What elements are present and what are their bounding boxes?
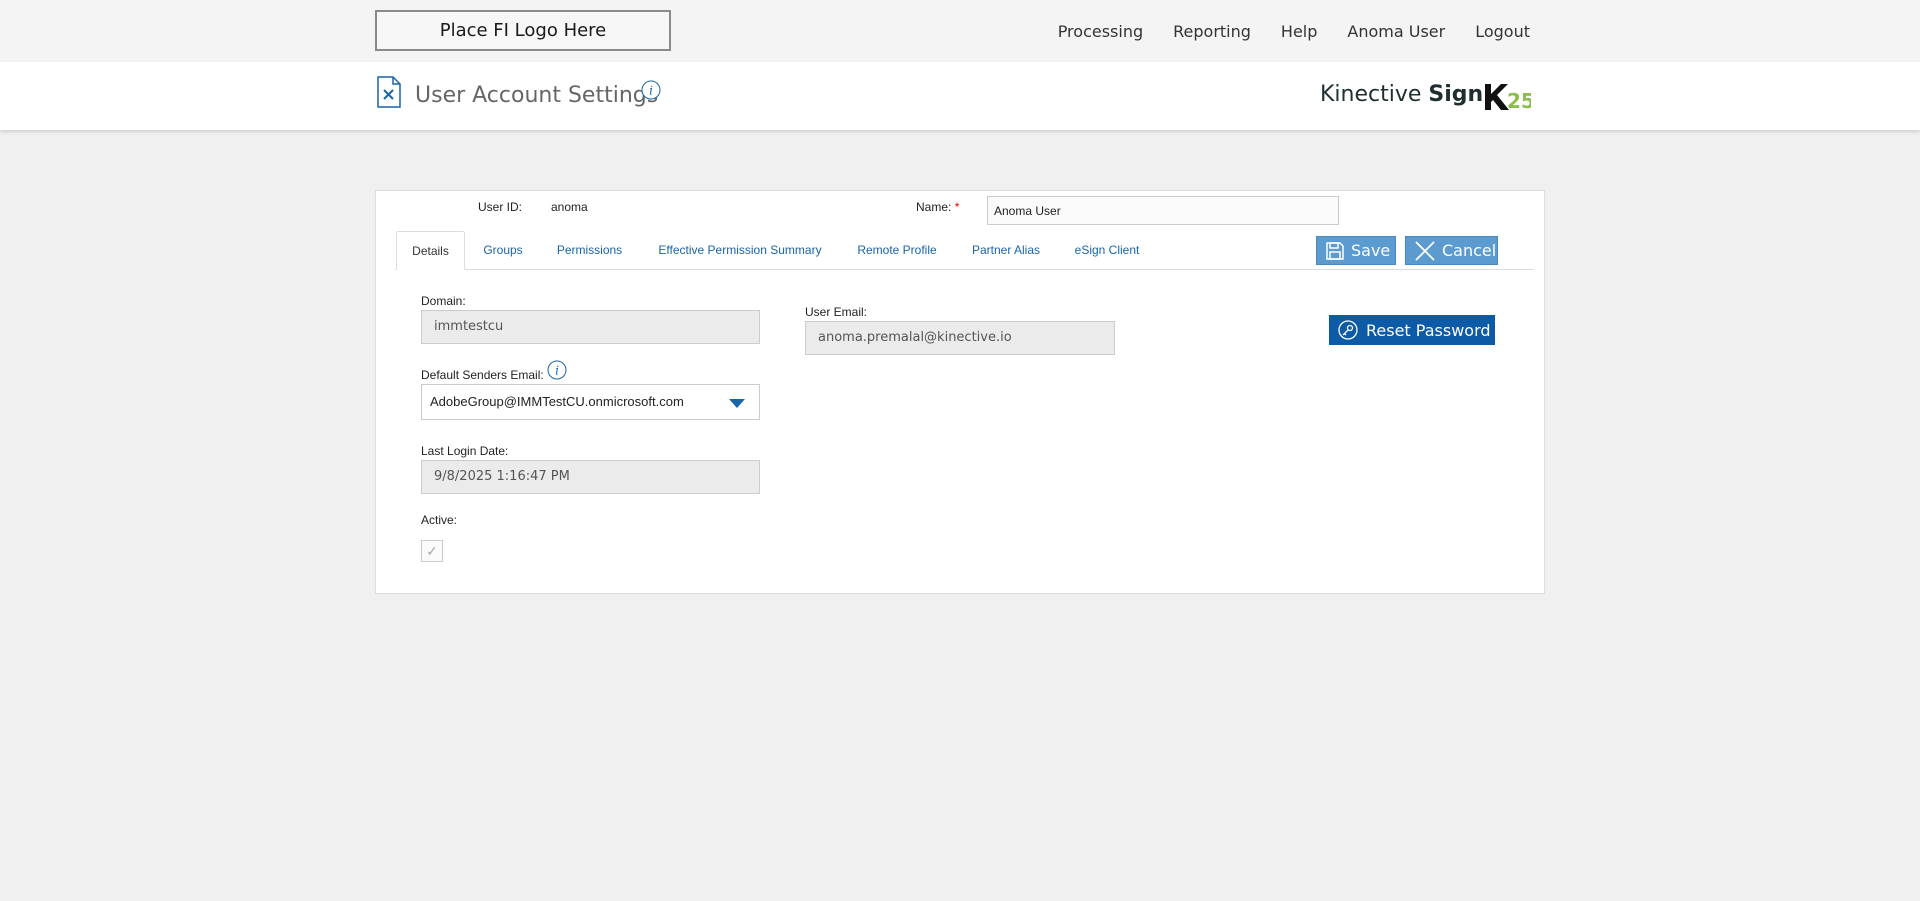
page-title-bar bbox=[0, 62, 1920, 130]
svg-text:25: 25 bbox=[1507, 89, 1531, 112]
info-icon[interactable]: i bbox=[641, 80, 661, 105]
tab-groups[interactable]: Groups bbox=[476, 231, 530, 270]
key-icon bbox=[1338, 320, 1358, 340]
nav-help[interactable]: Help bbox=[1281, 22, 1317, 41]
tab-remote-profile[interactable]: Remote Profile bbox=[853, 231, 941, 270]
k25-logo-icon: 25 bbox=[1483, 82, 1535, 117]
checkmark-icon: ✓ bbox=[426, 542, 438, 559]
cancel-button[interactable]: Cancel bbox=[1405, 236, 1498, 265]
chevron-down-icon bbox=[729, 399, 745, 408]
default-senders-email-select[interactable]: AdobeGroup@IMMTestCU.onmicrosoft.com bbox=[421, 384, 760, 420]
save-icon bbox=[1326, 241, 1344, 260]
active-checkbox[interactable]: ✓ bbox=[421, 540, 443, 562]
name-input[interactable] bbox=[987, 196, 1339, 225]
active-label: Active: bbox=[421, 513, 458, 527]
main-nav: Processing Reporting Help Anoma User Log… bbox=[1028, 22, 1530, 41]
svg-text:i: i bbox=[555, 364, 559, 378]
fi-logo-placeholder: Place FI Logo Here bbox=[375, 10, 671, 51]
tab-details[interactable]: Details bbox=[396, 231, 465, 270]
svg-text:i: i bbox=[649, 84, 653, 98]
last-login-date-label: Last Login Date: bbox=[421, 444, 509, 458]
info-icon[interactable]: i bbox=[547, 360, 567, 385]
user-email-label: User Email: bbox=[805, 305, 868, 319]
name-label: Name: * bbox=[916, 200, 960, 214]
last-login-date-field: 9/8/2025 1:16:47 PM bbox=[421, 460, 760, 494]
tab-partner-alias[interactable]: Partner Alias bbox=[967, 231, 1045, 270]
reset-password-button[interactable]: Reset Password bbox=[1329, 315, 1495, 345]
kinective-sign-brand: Kinective Sign bbox=[1320, 82, 1484, 107]
domain-label: Domain: bbox=[421, 294, 466, 308]
close-icon bbox=[1415, 240, 1435, 261]
nav-logout[interactable]: Logout bbox=[1475, 22, 1530, 41]
page-title: User Account Settings bbox=[415, 83, 659, 108]
nav-processing[interactable]: Processing bbox=[1058, 22, 1143, 41]
tab-effective-permission-summary[interactable]: Effective Permission Summary bbox=[654, 231, 826, 270]
save-button[interactable]: Save bbox=[1316, 236, 1396, 265]
user-id-label: User ID: bbox=[478, 200, 523, 214]
top-navigation-bar: Place FI Logo Here Processing Reporting … bbox=[0, 0, 1920, 62]
nav-user-menu[interactable]: Anoma User bbox=[1347, 22, 1445, 41]
tab-esign-client[interactable]: eSign Client bbox=[1072, 231, 1142, 270]
user-email-field: anoma.premalal@kinective.io bbox=[805, 321, 1115, 355]
user-id-value: anoma bbox=[551, 200, 588, 214]
nav-reporting[interactable]: Reporting bbox=[1173, 22, 1251, 41]
document-settings-icon bbox=[376, 76, 402, 113]
default-senders-email-label: Default Senders Email: bbox=[421, 368, 544, 382]
tab-permissions[interactable]: Permissions bbox=[551, 231, 628, 270]
domain-field: immtestcu bbox=[421, 310, 760, 344]
required-marker: * bbox=[954, 200, 960, 214]
